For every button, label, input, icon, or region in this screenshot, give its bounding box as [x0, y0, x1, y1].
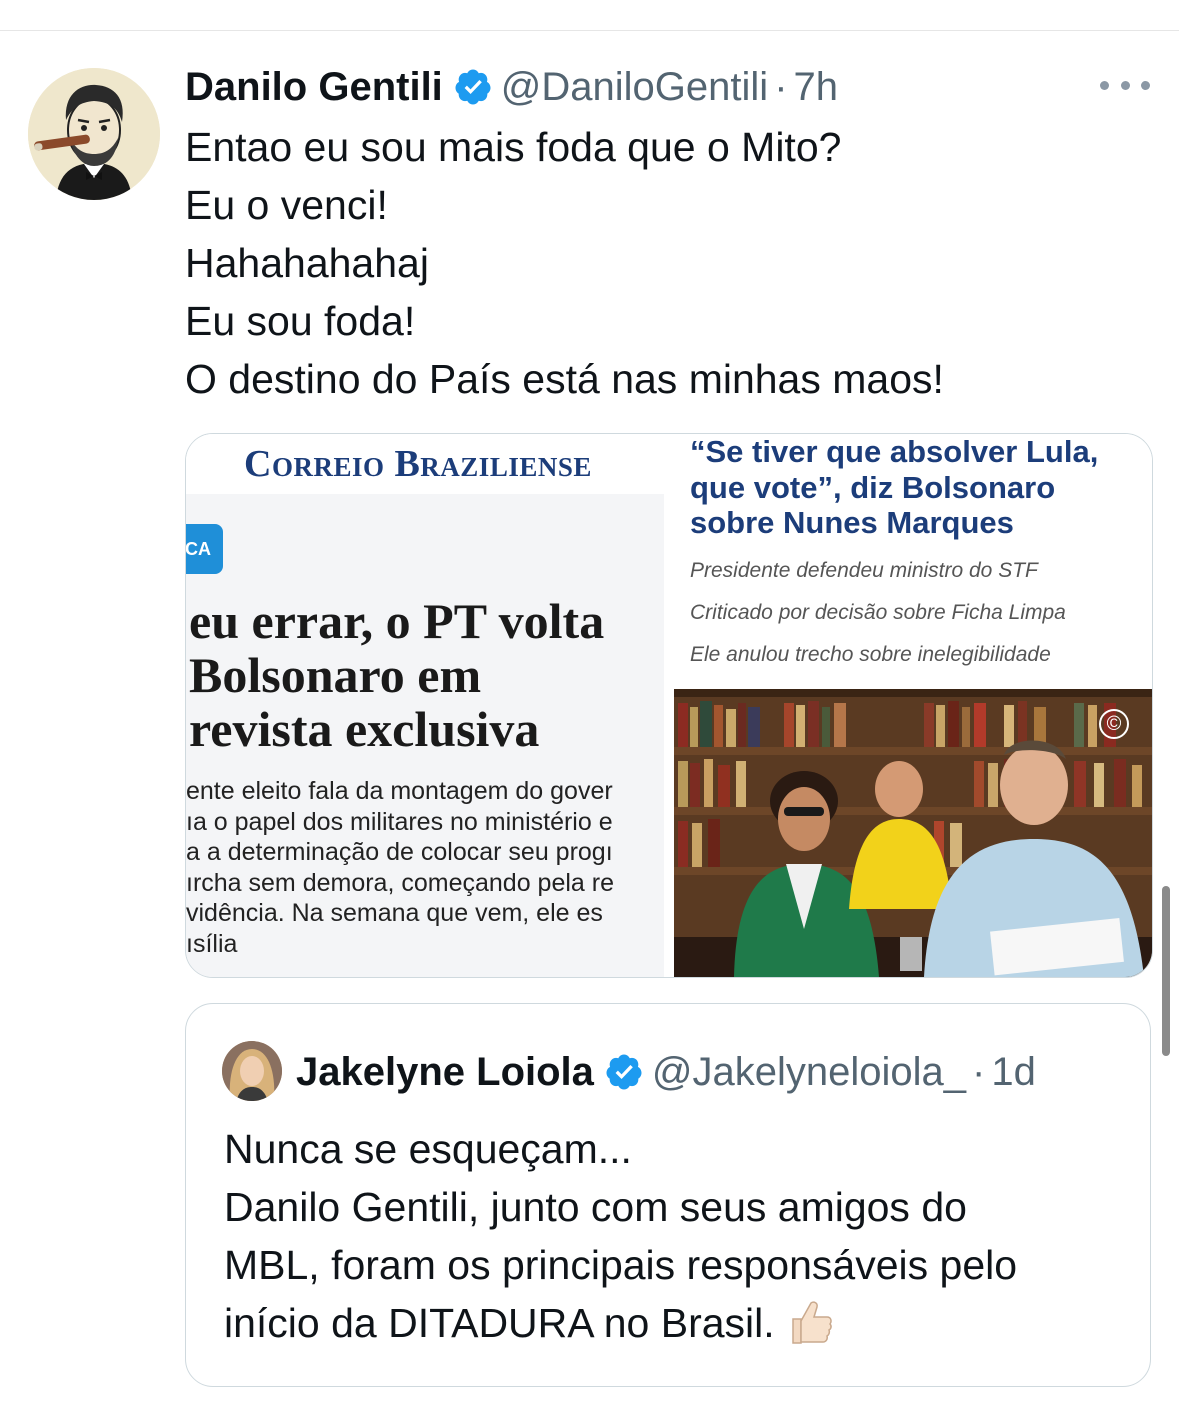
- article-bullet: Criticado por decisão sobre Ficha Limpa: [690, 601, 1066, 624]
- newspaper-logo: Correio Braziliense: [244, 443, 592, 485]
- author-avatar[interactable]: [28, 68, 160, 200]
- quoted-line: Nunca se esqueçam...: [224, 1126, 632, 1172]
- quoted-tweet-text: Nunca se esqueçam... Danilo Gentili, jun…: [224, 1120, 1124, 1352]
- copyright-icon: ©: [1099, 709, 1129, 739]
- quoted-line: início da DITADURA no Brasil.: [224, 1300, 775, 1346]
- newspaper-headline: eu errar, o PT volta Bolsonaro em revist…: [189, 594, 664, 756]
- quoted-last-line: início da DITADURA no Brasil.: [224, 1294, 1124, 1352]
- article-photo: [674, 689, 1152, 977]
- lead-line: ıa o papel dos militares no ministério e: [186, 807, 613, 836]
- quoted-tweet-time[interactable]: 1d: [991, 1050, 1036, 1095]
- section-tag: CA: [186, 524, 223, 574]
- quoted-line: MBL, foram os principais responsáveis pe…: [224, 1242, 1018, 1288]
- author-handle[interactable]: @DaniloGentili: [501, 65, 768, 110]
- header-separator: ·: [774, 64, 788, 109]
- tweet-media[interactable]: Correio Braziliense CA eu errar, o PT vo…: [185, 433, 1153, 978]
- quoted-header-separator: ·: [972, 1049, 986, 1094]
- verified-badge-icon: [453, 67, 493, 107]
- lead-line: ente eleito fala da montagem do gover: [186, 777, 613, 805]
- tweet-text: Entao eu sou mais foda que o Mito? Eu o …: [185, 118, 1145, 408]
- tweet-header: Danilo Gentili @DaniloGentili · 7h: [185, 62, 1085, 112]
- tweet-time[interactable]: 7h: [794, 65, 839, 110]
- quoted-tweet[interactable]: Jakelyne Loiola @Jakelyneloiola_ · 1d Nu…: [185, 1003, 1151, 1387]
- quoted-author-avatar[interactable]: [222, 1041, 282, 1101]
- headline-line: revista exclusiva: [189, 701, 540, 757]
- newspaper-image[interactable]: Correio Braziliense CA eu errar, o PT vo…: [186, 434, 664, 977]
- scrollbar[interactable]: [1162, 886, 1170, 1056]
- article-title: “Se tiver que absolver Lula, que vote”, …: [690, 434, 1099, 540]
- tweet-line: Eu o venci!: [185, 182, 388, 228]
- news-article-image[interactable]: “Se tiver que absolver Lula, que vote”, …: [664, 434, 1152, 977]
- more-options-icon[interactable]: [1100, 70, 1150, 100]
- quoted-author-name[interactable]: Jakelyne Loiola: [296, 1050, 594, 1095]
- tweet-line: Hahahahahaj: [185, 240, 429, 286]
- tweet-line: Entao eu sou mais foda que o Mito?: [185, 124, 842, 170]
- quoted-line: Danilo Gentili, junto com seus amigos do: [224, 1184, 967, 1230]
- article-bullet: Presidente defendeu ministro do STF: [690, 559, 1038, 582]
- lead-line: vidência. Na semana que vem, ele es: [186, 899, 603, 927]
- author-name[interactable]: Danilo Gentili: [185, 65, 443, 110]
- newspaper-lead: ente eleito fala da montagem do gover ıa…: [186, 776, 664, 959]
- headline-line: eu errar, o PT volta: [189, 593, 605, 649]
- quoted-author-handle[interactable]: @Jakelyneloiola_: [652, 1050, 966, 1095]
- lead-line: ırcha sem demora, começando pela re: [186, 868, 614, 897]
- verified-badge-icon: [604, 1052, 644, 1092]
- lead-line: ısília: [186, 929, 238, 958]
- thumbs-up-icon: [785, 1297, 835, 1347]
- article-bullet: Ele anulou trecho sobre inelegibilidade: [690, 643, 1051, 666]
- top-divider: [0, 30, 1179, 31]
- quoted-tweet-header: Jakelyne Loiola @Jakelyneloiola_ · 1d: [296, 1048, 1036, 1096]
- tweet-line: O destino do País está nas minhas maos!: [185, 356, 944, 402]
- newspaper-masthead: Correio Braziliense: [186, 434, 664, 494]
- lead-line: a a determinação de colocar seu progı: [186, 838, 613, 866]
- headline-line: Bolsonaro em: [189, 647, 482, 703]
- tweet-line: Eu sou foda!: [185, 298, 416, 344]
